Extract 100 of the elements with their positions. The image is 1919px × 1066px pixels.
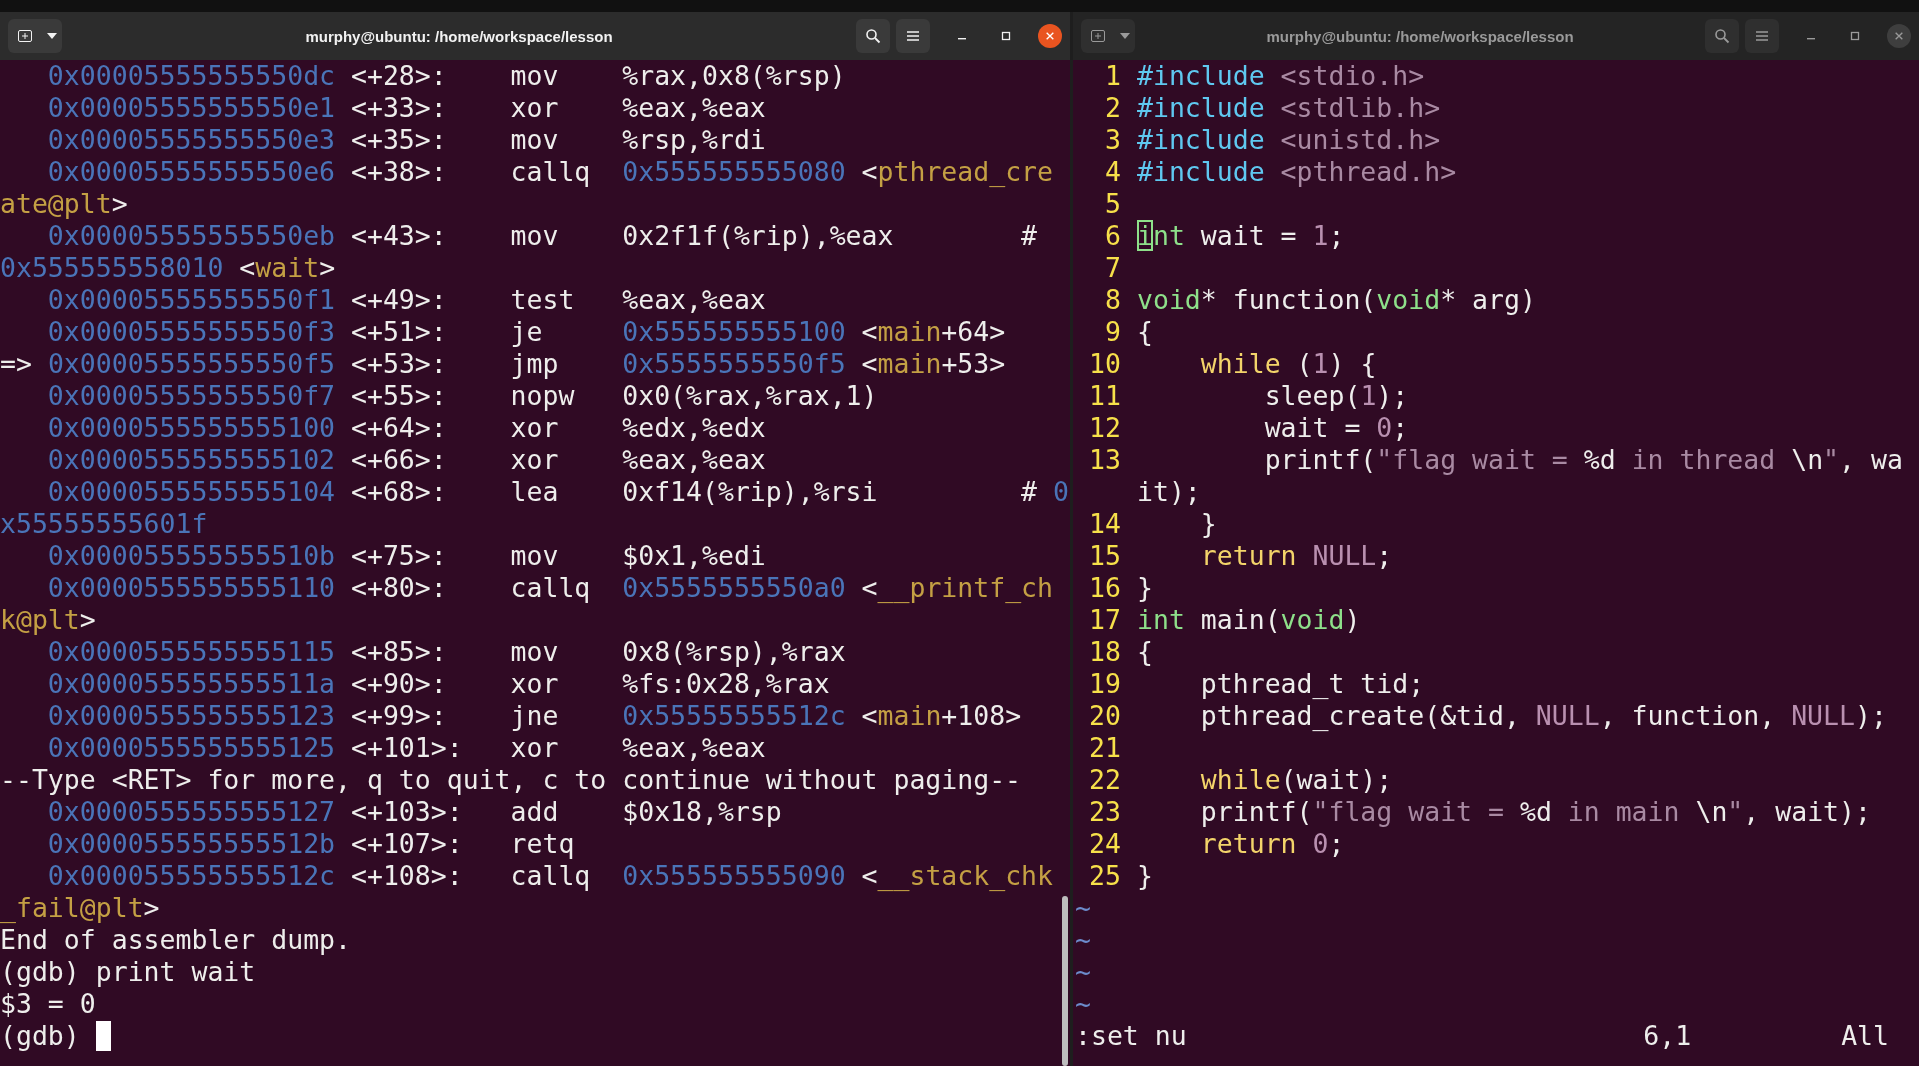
code-line: return 0; — [1199, 828, 1345, 860]
minimize-icon — [958, 38, 966, 40]
search-icon — [1714, 28, 1730, 44]
line-number: 15 — [1088, 540, 1122, 572]
line-number: 2 — [1104, 92, 1122, 124]
terminal-line: 0x000055555555511a <+90>: xor %fs:0x28,%rax — [46, 668, 830, 700]
terminal-line: 0x00005555555550eb <+43>: mov 0x2f1f(%rip),%eax # — [46, 220, 1038, 252]
terminal-line: (gdb) — [0, 1020, 81, 1052]
line-number: 14 — [1088, 508, 1122, 540]
menu-button[interactable] — [896, 19, 930, 53]
scroll-indicator: All — [1841, 1020, 1889, 1052]
terminal-line: 0x0000555555555125 <+101>: xor %eax,%eax — [46, 732, 766, 764]
terminal-line: 0x0000555555555102 <+66>: xor %eax,%eax — [46, 444, 766, 476]
code-line: int main(void) — [1137, 604, 1361, 636]
code-line: #include <pthread.h> — [1137, 156, 1457, 188]
code-line: while(wait); — [1199, 764, 1393, 796]
code-line: { — [1137, 316, 1153, 348]
terminal-line: 0x000055555555512b <+107>: retq — [46, 828, 575, 860]
command-line: :set nu — [1074, 1020, 1187, 1052]
terminal-line: 0x00005555555550e3 <+35>: mov %rsp,%rdi — [46, 124, 766, 156]
line-number: 20 — [1088, 700, 1122, 732]
terminal-line: 0x00005555555550dc <+28>: mov %rax,0x8(%rsp) — [46, 60, 846, 92]
line-number: 17 — [1088, 604, 1122, 636]
scrollbar[interactable] — [1062, 896, 1068, 1066]
code-line: void* function(void* arg) — [1137, 284, 1536, 316]
empty-line-marker: ~ — [1074, 956, 1091, 988]
search-button[interactable] — [1705, 19, 1739, 53]
terminal-line: --Type <RET> for more, q to quit, c to continue without paging-- — [0, 764, 1022, 796]
close-icon — [1894, 31, 1904, 41]
empty-line-marker: ~ — [1074, 924, 1091, 956]
code-line: { — [1137, 636, 1153, 668]
window-title: murphy@ubuntu: /home/workspace/lesson — [305, 27, 613, 45]
search-button[interactable] — [856, 19, 890, 53]
terminal-line: 0x0000555555555110 <+80>: callq 0x5555555550a0 <__printf_ch — [46, 572, 1054, 604]
empty-line-marker: ~ — [1074, 892, 1091, 924]
terminal-line: k@plt> — [0, 604, 96, 636]
code-line: sleep(1); — [1263, 380, 1409, 412]
menu-button[interactable] — [1745, 19, 1779, 53]
terminal-line: 0x0000555555555127 <+103>: add $0x18,%rsp — [46, 796, 782, 828]
code-line: printf("flag wait = %d in main \n", wait); — [1199, 796, 1871, 828]
terminal-line: _fail@plt> — [0, 892, 160, 924]
empty-line-marker: ~ — [1074, 988, 1091, 1020]
terminal-line: 0x000055555555512c <+108>: callq 0x555555555090 <__stack_chk — [46, 860, 1054, 892]
terminal-line: 0x000055555555510b <+75>: mov $0x1,%edi — [46, 540, 766, 572]
line-number: 13 — [1088, 444, 1122, 476]
code-line: } — [1137, 572, 1153, 604]
terminal-line: => 0x00005555555550f5 <+53>: jmp 0x5555555550f5 <main+53> — [0, 348, 1006, 380]
code-line: pthread_t tid; — [1199, 668, 1425, 700]
terminal-line: 0x0000555555555115 <+85>: mov 0x8(%rsp),%rax — [46, 636, 846, 668]
code-line: } — [1137, 860, 1153, 892]
line-number: 1 — [1104, 60, 1122, 92]
code-line: while (1) { — [1199, 348, 1377, 380]
terminal-line: 0x555555558010 <wait> — [0, 252, 336, 284]
terminal-line: ate@plt> — [0, 188, 128, 220]
search-icon — [865, 28, 881, 44]
line-number: 5 — [1104, 188, 1122, 220]
close-button[interactable] — [1038, 24, 1062, 48]
new-tab-icon — [1090, 28, 1106, 44]
new-tab-button[interactable] — [1081, 19, 1115, 53]
code-line: #include <unistd.h> — [1137, 124, 1441, 156]
new-tab-button[interactable] — [8, 19, 42, 53]
caret-icon — [47, 33, 57, 39]
terminal-line: 0x00005555555550e1 <+33>: xor %eax,%eax — [46, 92, 766, 124]
maximize-icon — [1849, 30, 1861, 42]
close-button[interactable] — [1887, 24, 1911, 48]
line-number: 19 — [1088, 668, 1122, 700]
new-tab-icon — [17, 28, 33, 44]
cursor-position: 6,1 — [1643, 1020, 1692, 1052]
dropdown-button[interactable] — [1115, 19, 1135, 53]
terminal-line: x55555555601f — [0, 508, 208, 540]
minimize-icon — [1807, 38, 1815, 40]
line-number: 11 — [1088, 380, 1122, 412]
close-icon — [1045, 31, 1055, 41]
dropdown-button[interactable] — [42, 19, 62, 53]
line-number: 8 — [1104, 284, 1122, 316]
code-line: #include <stdio.h> — [1137, 60, 1425, 92]
menu-icon — [905, 28, 921, 44]
terminal-line: 0x0000555555555123 <+99>: jne 0x55555555512c <main+108> — [46, 700, 1022, 732]
code-line: wait = 0; — [1263, 412, 1409, 444]
line-number: 10 — [1088, 348, 1122, 380]
code-line: pthread_create(&tid, NULL, function, NULL); — [1199, 700, 1887, 732]
line-number: 3 — [1104, 124, 1122, 156]
line-number: 25 — [1088, 860, 1122, 892]
line-number: 4 — [1104, 156, 1122, 188]
terminal-line: 0x00005555555550f3 <+51>: je 0x555555555100 <main+64> — [46, 316, 1006, 348]
menu-icon — [1754, 28, 1770, 44]
terminal-line: 0x00005555555550f1 <+49>: test %eax,%eax — [46, 284, 766, 316]
code-line: int wait = 1; — [1137, 220, 1345, 252]
line-number: 12 — [1088, 412, 1122, 444]
terminal-line: 0x00005555555550f7 <+55>: nopw 0x0(%rax,%rax,1) — [46, 380, 878, 412]
terminal-line: $3 = 0 — [0, 988, 96, 1020]
caret-icon — [1120, 33, 1130, 39]
line-number: 18 — [1088, 636, 1122, 668]
code-line: it); — [1137, 476, 1201, 508]
line-number: 7 — [1104, 252, 1122, 284]
code-line: return NULL; — [1199, 540, 1393, 572]
maximize-icon — [1000, 30, 1012, 42]
code-line: } — [1199, 508, 1217, 540]
line-number: 6 — [1104, 220, 1122, 252]
window-title: murphy@ubuntu: /home/workspace/lesson — [1266, 27, 1574, 45]
